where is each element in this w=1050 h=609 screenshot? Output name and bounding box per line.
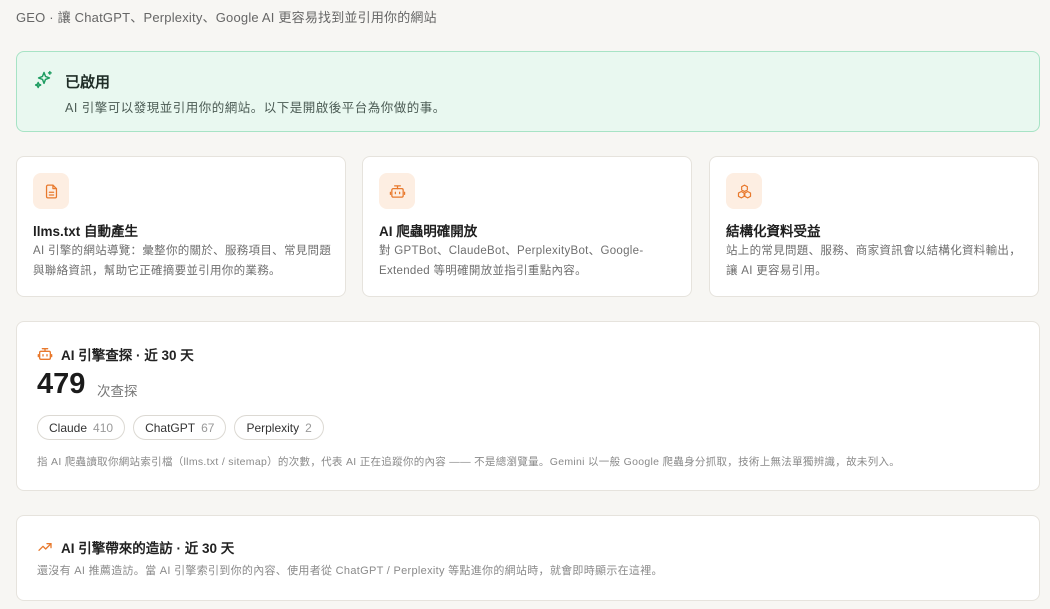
crawl-total-unit: 次查探 xyxy=(97,384,138,399)
bot-count: 67 xyxy=(201,420,215,435)
feature-title: AI 爬蟲明確開放 xyxy=(379,224,478,239)
banner-description: AI 引擎可以發現並引用你的網站。以下是開啟後平台為你做的事。 xyxy=(65,101,446,115)
stats-heading: AI 引擎查探 · 近 30 天 xyxy=(37,344,194,364)
bot-pill-claude: Claude 410 xyxy=(37,415,126,440)
enabled-status-banner: 已啟用 AI 引擎可以發現並引用你的網站。以下是開啟後平台為你做的事。 xyxy=(16,51,1040,132)
crawl-total: 479 xyxy=(37,368,86,400)
banner-title: 已啟用 xyxy=(65,74,111,91)
page-title: GEO · 讓 ChatGPT、Perplexity、Google AI 更容易… xyxy=(16,10,437,25)
feature-title: 結構化資料受益 xyxy=(726,224,821,239)
ai-referral-visits-card: AI 引擎帶來的造訪 · 近 30 天 還沒有 AI 推薦造訪。當 AI 引擎索… xyxy=(16,515,1040,601)
document-icon xyxy=(33,173,69,209)
boxes-icon xyxy=(726,173,762,209)
visits-heading: AI 引擎帶來的造訪 · 近 30 天 xyxy=(37,537,234,557)
feature-description: 站上的常見問題、服務、商家資訊會以結構化資料輸出，讓 AI 更容易引用。 xyxy=(726,245,1021,277)
feature-title: llms.txt 自動產生 xyxy=(33,224,139,239)
sparkles-icon xyxy=(34,70,54,90)
stats-title: AI 引擎查探 · 近 30 天 xyxy=(61,348,194,363)
feature-card-llms-txt: llms.txt 自動產生 AI 引擎的網站導覽：彙整你的關於、服務項目、常見問… xyxy=(16,156,346,297)
feature-card-ai-crawlers: AI 爬蟲明確開放 對 GPTBot、ClaudeBot、PerplexityB… xyxy=(362,156,692,297)
bot-pill-perplexity: Perplexity 2 xyxy=(234,415,324,440)
visits-empty-note: 還沒有 AI 推薦造訪。當 AI 引擎索引到你的內容、使用者從 ChatGPT … xyxy=(37,565,663,577)
stats-footnote: 指 AI 爬蟲讀取你網站索引檔（llms.txt / sitemap）的次數，代… xyxy=(37,456,901,468)
bot-name: Perplexity xyxy=(246,420,300,435)
feature-card-structured-data: 結構化資料受益 站上的常見問題、服務、商家資訊會以結構化資料輸出，讓 AI 更容… xyxy=(709,156,1039,297)
feature-description: AI 引擎的網站導覽：彙整你的關於、服務項目、常見問題與聯絡資訊，幫助它正確摘要… xyxy=(33,245,332,277)
bot-count: 410 xyxy=(93,420,114,435)
bot-count: 2 xyxy=(305,420,312,435)
robot-icon xyxy=(379,173,415,209)
robot-icon xyxy=(37,348,53,360)
bot-breakdown: Claude 410 ChatGPT 67 Perplexity 2 xyxy=(37,415,324,440)
bot-name: Claude xyxy=(49,420,88,435)
visits-title: AI 引擎帶來的造訪 · 近 30 天 xyxy=(61,541,235,556)
ai-crawl-stats-card: AI 引擎查探 · 近 30 天 479 次查探 Claude 410 Chat… xyxy=(16,321,1040,491)
feature-description: 對 GPTBot、ClaudeBot、PerplexityBot、Google-… xyxy=(379,245,644,277)
bot-pill-chatgpt: ChatGPT 67 xyxy=(133,415,227,440)
trending-up-icon xyxy=(38,543,52,551)
bot-name: ChatGPT xyxy=(145,420,196,435)
